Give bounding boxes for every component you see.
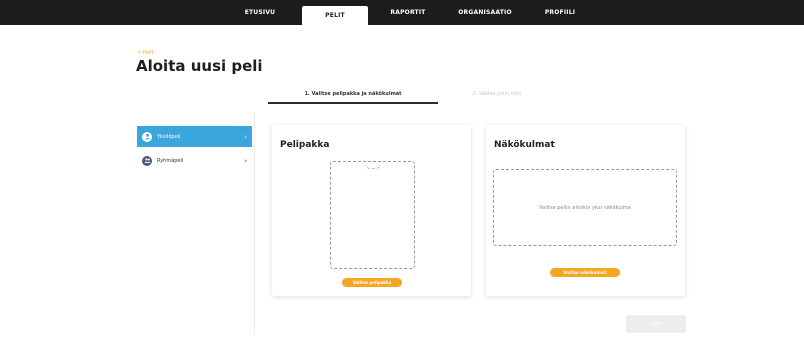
active-step-indicator (268, 102, 438, 104)
person-icon (142, 131, 152, 142)
page-title: Aloita uusi peli (136, 57, 263, 75)
select-deck-button[interactable]: Valitse pelipakka (342, 278, 402, 287)
top-nav-bar: ETUSIVU PELIT RAPORTIT ORGANISAATIO PROF… (0, 0, 804, 25)
nav-item-raportit[interactable]: RAPORTIT (384, 0, 432, 25)
sidebar-item-ryhmapeli[interactable]: Ryhmäpeli › (137, 150, 252, 171)
perspectives-card: Näkökulmat Valitse peliin ainakin yksi n… (486, 125, 685, 296)
nav-item-etusivu[interactable]: ETUSIVU (238, 0, 282, 25)
step-2-label[interactable]: 2. Valitse pelin nimi (447, 91, 547, 101)
chevron-right-icon: › (244, 156, 247, 165)
perspectives-card-title: Näkökulmat (494, 140, 555, 150)
nav-item-pelit[interactable]: PELIT (302, 6, 368, 25)
back-link[interactable]: < Pelit (137, 50, 153, 56)
sidebar-divider (254, 112, 255, 334)
perspectives-drop-area[interactable]: Valitse peliin ainakin yksi näkökulma (493, 169, 677, 246)
step-1-label[interactable]: 1. Valitse pelipakka ja näkökulmat (268, 91, 438, 101)
deck-drop-area[interactable] (330, 161, 415, 269)
perspectives-hint: Valitse peliin ainakin yksi näkökulma (539, 205, 631, 211)
deck-card: Pelipakka Valitse pelipakka (272, 125, 471, 296)
select-perspectives-button[interactable]: Valitse näkökulmat (550, 268, 620, 277)
deck-placeholder-icon (366, 165, 380, 169)
nav-item-profiili[interactable]: PROFIILI (540, 0, 580, 25)
sidebar-item-yksilopeli[interactable]: Yksilöpeli › (137, 126, 252, 147)
deck-card-title: Pelipakka (280, 140, 330, 150)
chevron-right-icon: › (244, 132, 247, 141)
group-icon (142, 155, 152, 166)
next-button[interactable]: Jatka (626, 315, 686, 333)
sidebar-item-label: Ryhmäpeli (157, 157, 184, 164)
sidebar-item-label: Yksilöpeli (157, 133, 181, 140)
nav-item-organisaatio[interactable]: ORGANISAATIO (452, 0, 518, 25)
